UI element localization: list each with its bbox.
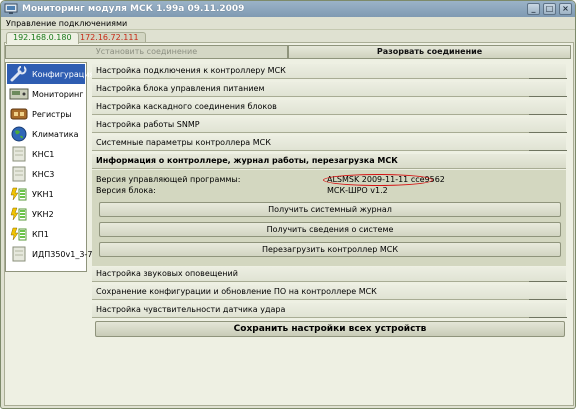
section-title: Настройка подключения к контроллеру МСК [96, 66, 286, 75]
section-cascade-connection[interactable]: Настройка каскадного соединения блоков [92, 100, 567, 115]
section-divider [529, 91, 567, 97]
settings-panel: Настройка подключения к контроллеру МСК … [92, 64, 568, 397]
sidebar-item-label: УКН1 [32, 189, 54, 199]
close-icon[interactable]: × [559, 3, 572, 15]
section-title: Настройка чувствительности датчика удара [96, 305, 286, 314]
section-sound-alerts[interactable]: Настройка звуковых оповещений [92, 267, 567, 282]
sidebar-item-label: Конфигурация [32, 69, 95, 79]
connect-button[interactable]: Установить соединение [5, 45, 288, 59]
connection-bar: Установить соединение Разорвать соединен… [5, 45, 571, 59]
device-icon [9, 145, 29, 163]
battery-icon [9, 185, 29, 203]
sidebar-item-kp1[interactable]: КП1 [7, 224, 85, 244]
section-divider [529, 73, 567, 79]
block-version-label: Версия блока: [96, 186, 156, 195]
section-divider [529, 276, 567, 282]
sidebar-item-configuration[interactable]: Конфигурация [7, 64, 94, 84]
controller-info-panel: Версия управляющей программы: ALSMSK 200… [92, 170, 566, 266]
sidebar-item-kns3[interactable]: КНС3 [7, 164, 85, 184]
battery-icon [9, 225, 29, 243]
section-title: Настройка звуковых оповещений [96, 269, 238, 278]
get-system-info-button[interactable]: Получить сведения о системе [99, 222, 561, 237]
sidebar-item-kns1[interactable]: КНС1 [7, 144, 85, 164]
sidebar-item-label: Мониторинг [32, 89, 84, 99]
block-version-value: МСК-ШРО v1.2 [327, 186, 388, 195]
section-title: Настройка каскадного соединения блоков [96, 102, 277, 111]
maximize-icon[interactable]: □ [543, 3, 556, 15]
sidebar-item-label: КНС1 [32, 149, 55, 159]
device-icon [9, 245, 29, 263]
sidebar-item-label: УКН2 [32, 209, 54, 219]
section-system-params[interactable]: Системные параметры контроллера МСК [92, 136, 567, 151]
section-divider [529, 127, 567, 133]
monitor-icon [9, 85, 29, 103]
section-save-config-update[interactable]: Сохранение конфигурации и обновление ПО … [92, 285, 567, 300]
section-title: Информация о контроллере, журнал работы,… [96, 156, 398, 165]
save-all-settings-button[interactable]: Сохранить настройки всех устройств [95, 321, 565, 337]
menu-connection-management[interactable]: Управление подключениями [6, 18, 127, 29]
section-divider [529, 109, 567, 115]
menu-bar: Управление подключениями [1, 17, 575, 30]
sidebar-item-label: ИДП350v1_3-7 [32, 249, 93, 259]
sidebar-item-label: Климатика [32, 129, 79, 139]
section-title: Настройка работы SNMP [96, 120, 200, 129]
section-title: Системные параметры контроллера МСК [96, 138, 271, 147]
section-connection-settings[interactable]: Настройка подключения к контроллеру МСК [92, 64, 567, 79]
register-icon [9, 105, 29, 123]
sidebar-item-monitoring[interactable]: Мониторинг [7, 84, 85, 104]
section-title: Настройка блока управления питанием [96, 84, 265, 93]
section-title: Сохранение конфигурации и обновление ПО … [96, 287, 377, 296]
battery-icon [9, 205, 29, 223]
tab-ip-192-168-0-180[interactable]: 192.168.0.180 [6, 32, 79, 44]
sidebar-item-ukn1[interactable]: УКН1 [7, 184, 85, 204]
sidebar-item-label: КНС3 [32, 169, 55, 179]
globe-icon [9, 125, 29, 143]
sidebar-item-idp350[interactable]: ИДП350v1_3-7 [7, 244, 92, 264]
software-version-label: Версия управляющей программы: [96, 175, 241, 184]
section-divider [529, 312, 567, 318]
sidebar-item-climate[interactable]: Климатика [7, 124, 85, 144]
section-controller-info[interactable]: Информация о контроллере, журнал работы,… [92, 154, 566, 169]
annotation-ellipse [323, 174, 433, 186]
sidebar-item-ukn2[interactable]: УКН2 [7, 204, 85, 224]
minimize-icon[interactable]: _ [527, 3, 540, 15]
app-window: Мониторинг модуля МСК 1.99а 09.11.2009 _… [0, 0, 576, 409]
disconnect-button[interactable]: Разорвать соединение [288, 45, 571, 59]
section-divider [529, 145, 567, 151]
section-divider [529, 294, 567, 300]
device-icon [9, 165, 29, 183]
reboot-controller-button[interactable]: Перезагрузить контроллер МСК [99, 242, 561, 257]
sidebar-item-registers[interactable]: Регистры [7, 104, 85, 124]
section-snmp[interactable]: Настройка работы SNMP [92, 118, 567, 133]
sidebar-item-label: Регистры [32, 109, 72, 119]
get-system-log-button[interactable]: Получить системный журнал [99, 202, 561, 217]
title-bar[interactable]: Мониторинг модуля МСК 1.99а 09.11.2009 _… [1, 1, 575, 17]
wrench-icon [9, 65, 29, 83]
sidebar-item-label: КП1 [32, 229, 49, 239]
window-title: Мониторинг модуля МСК 1.99а 09.11.2009 [22, 4, 245, 14]
sidebar: Конфигурация Мониторинг Регистры Климати… [5, 62, 94, 272]
app-icon [4, 3, 18, 15]
section-power-unit[interactable]: Настройка блока управления питанием [92, 82, 567, 97]
section-shock-sensor[interactable]: Настройка чувствительности датчика удара [92, 303, 567, 318]
